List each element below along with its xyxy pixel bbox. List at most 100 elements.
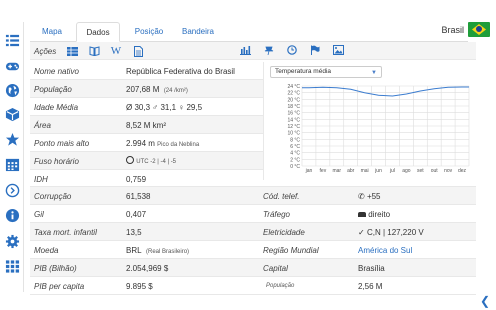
calendar-icon[interactable]: [4, 156, 20, 172]
y-tick-label: 24 °C: [287, 84, 300, 90]
row-label: IDH: [34, 175, 48, 184]
row-value: 2,56 M: [358, 282, 383, 291]
x-tick-label: mai: [361, 168, 369, 174]
list-icon[interactable]: [4, 32, 20, 48]
chevron-circle-icon[interactable]: [4, 182, 20, 198]
row-value: BRL: [126, 246, 142, 255]
table-icon[interactable]: [66, 46, 78, 56]
x-tick-label: mar: [332, 168, 341, 174]
row-label: Cód. telef.: [263, 192, 300, 201]
x-tick-label: jun: [374, 168, 382, 174]
row-label: PIB per capita: [34, 282, 85, 291]
table-row: Moeda BRL (Real Brasileiro) Região Mundi…: [30, 241, 476, 259]
row-label: Região Mundial: [263, 246, 319, 255]
book-icon[interactable]: [88, 46, 100, 56]
row-value: 207,68 M: [126, 85, 160, 94]
row-value: 13,5: [126, 228, 142, 237]
row-label: Idade Média: [34, 103, 79, 112]
car-icon: [358, 212, 366, 217]
y-tick-label: 16 °C: [287, 111, 300, 117]
x-tick-label: abr: [347, 168, 355, 174]
chart-type-select[interactable]: Temperatura média ▼: [270, 66, 382, 78]
cube-icon[interactable]: [4, 106, 20, 122]
row-label: Capital: [263, 264, 288, 273]
row-note: (24 /km²): [163, 88, 188, 94]
row-value: Ø 30,3 ♂ 31,1 ♀ 29,5: [126, 103, 203, 112]
y-tick-label: 20 °C: [287, 97, 300, 103]
chevron-left-icon[interactable]: ❮: [480, 294, 490, 308]
row-label: Fuso horário: [34, 157, 79, 166]
row-label: Eletricidade: [263, 228, 305, 237]
row-label: População: [34, 85, 72, 94]
x-tick-label: jul: [389, 168, 395, 174]
wikipedia-icon[interactable]: W: [110, 45, 122, 57]
x-tick-label: out: [431, 168, 439, 174]
info-icon[interactable]: [4, 207, 20, 223]
row-value: C,N | 127,220 V: [366, 228, 424, 237]
row-label: Gil: [34, 210, 44, 219]
row-value-wrap: 207,68 M (24 /km²): [126, 85, 188, 94]
row-value: 8,52 M km²: [126, 121, 167, 130]
y-tick-label: 4 °C: [290, 151, 300, 157]
row-value: 9.895 $: [126, 282, 153, 291]
tab-mapa[interactable]: Mapa: [34, 22, 70, 42]
y-tick-label: 14 °C: [287, 117, 300, 123]
row-value: 2.054,969 $: [126, 264, 169, 273]
x-tick-label: nov: [444, 168, 453, 174]
row-value-wrap: ✆ +55: [358, 192, 381, 201]
row-value: +55: [366, 192, 381, 201]
y-tick-label: 18 °C: [287, 104, 300, 110]
image-icon[interactable]: [333, 45, 344, 57]
row-label: Nome nativo: [34, 67, 79, 76]
row-label: Ponto mais alto: [34, 139, 90, 148]
table-row: Gil 0,407 Tráfego direito: [30, 205, 476, 223]
y-tick-label: 12 °C: [287, 124, 300, 130]
tab-bar: Mapa Dados Posição Bandeira: [30, 20, 468, 42]
gear-icon[interactable]: [4, 233, 20, 249]
globe-icon[interactable]: [4, 82, 20, 98]
row-label: Corrupção: [34, 192, 72, 201]
row-value: 0,759: [126, 175, 147, 184]
table-row: PIB per capita 9.895 $ População 2,56 M: [30, 277, 476, 295]
temperature-chart-panel: Temperatura média ▼ 24 °C 22 °C 20 °C 18 °C…: [263, 62, 476, 180]
document-icon[interactable]: [132, 45, 144, 57]
gamepad-icon[interactable]: [4, 58, 20, 74]
bar-chart-icon[interactable]: [240, 45, 251, 57]
brazil-flag-icon: [468, 22, 490, 37]
row-label: População: [266, 283, 295, 289]
y-tick-label: 2 °C: [290, 157, 300, 163]
tab-posicao[interactable]: Posição: [126, 22, 172, 42]
plug-icon: ✓: [358, 228, 365, 237]
y-tick-label: 0 °C: [290, 164, 300, 170]
x-tick-label: jan: [305, 168, 313, 174]
table-row: Taxa mort. infantil 13,5 Eletricidade ✓ …: [30, 223, 476, 241]
caret-down-icon: ▼: [371, 70, 377, 76]
row-value: Brasília: [358, 264, 385, 273]
grid-icon[interactable]: [4, 258, 20, 274]
clock-icon[interactable]: [287, 45, 297, 57]
star-icon[interactable]: [4, 131, 20, 147]
tab-bandeira[interactable]: Bandeira: [176, 22, 220, 42]
x-tick-label: ago: [402, 168, 411, 174]
row-label: PIB (Bilhão): [34, 264, 77, 273]
clock-icon: [126, 156, 134, 164]
row-note: (Real Brasileiro): [146, 249, 190, 255]
table-row: Corrupção 61,538 Cód. telef. ✆ +55: [30, 187, 476, 205]
pin-icon[interactable]: [264, 45, 274, 57]
x-tick-label: dez: [458, 168, 467, 174]
world-region-link[interactable]: América do Sul: [358, 246, 412, 255]
row-value: UTC -2 | -4 | -5: [136, 159, 177, 165]
phone-icon: ✆: [358, 192, 365, 201]
temperature-chart: 24 °C22 °C20 °C18 °C16 °C14 °C12 °C10 °C…: [287, 84, 470, 174]
row-value-wrap: 2.994 m Pico da Neblina: [126, 139, 199, 148]
row-value: direito: [368, 210, 391, 219]
row-label: Área: [34, 121, 51, 130]
actions-label: Ações: [34, 47, 57, 56]
row-label: Tráfego: [263, 210, 290, 219]
row-value-wrap: BRL (Real Brasileiro): [126, 246, 189, 255]
tab-dados[interactable]: Dados: [76, 22, 120, 42]
select-value: Temperatura média: [275, 68, 331, 75]
row-note: Pico da Neblina: [157, 142, 200, 148]
row-value: 61,538: [126, 192, 151, 201]
flag-icon[interactable]: [310, 45, 320, 57]
